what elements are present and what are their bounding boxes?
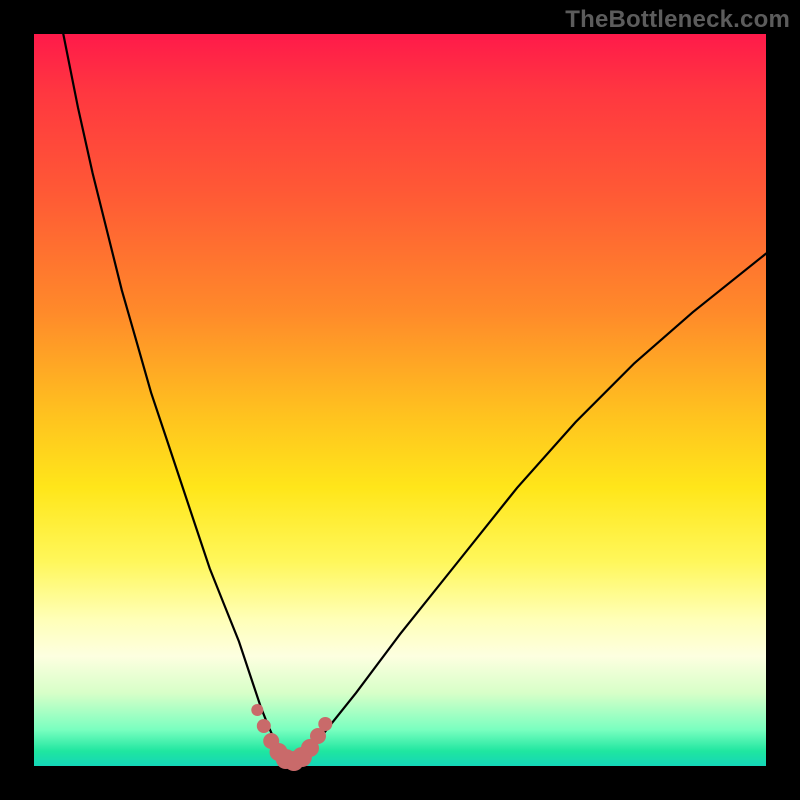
curve-marker [251,704,263,716]
watermark-text: TheBottleneck.com [565,6,790,34]
curve-svg [34,34,766,766]
chart-frame: TheBottleneck.com [0,0,800,800]
curve-marker [257,719,271,733]
plot-area [34,34,766,766]
bottleneck-curve [63,34,766,762]
curve-marker [318,717,332,731]
